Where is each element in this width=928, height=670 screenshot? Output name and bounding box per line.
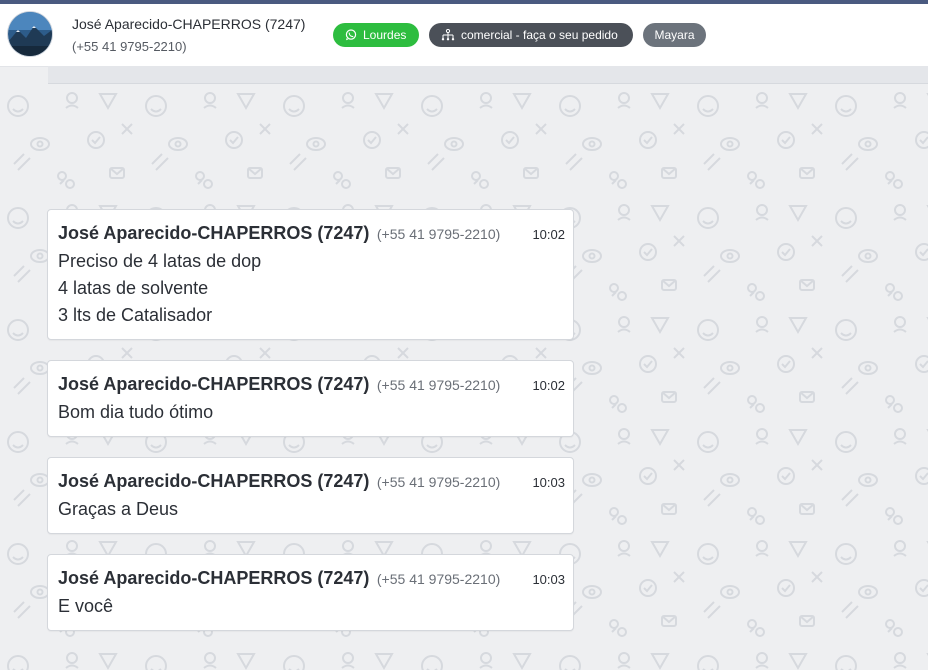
message-header: José Aparecido-CHAPERROS (7247) (+55 41 …	[58, 471, 565, 493]
channel-tag[interactable]: Lourdes	[333, 23, 419, 47]
message-text-line: Graças a Deus	[58, 499, 179, 519]
message-text-line: 3 lts de Catalisador	[58, 305, 213, 325]
message-time: 10:02	[532, 378, 565, 393]
contact-name: José Aparecido-CHAPERROS (7247)	[72, 16, 306, 32]
message-header: José Aparecido-CHAPERROS (7247) (+55 41 …	[58, 374, 565, 396]
message-body: E você	[58, 593, 113, 620]
chat-subheader-bar	[48, 66, 928, 84]
channel-tag-label: Lourdes	[363, 28, 407, 42]
department-tag[interactable]: comercial - faça o seu pedido	[429, 23, 633, 47]
message-text-line: 4 latas de solvente	[58, 278, 209, 298]
agent-tag[interactable]: Mayara	[643, 23, 706, 47]
message-sender-phone: (+55 41 9795-2210)	[376, 377, 501, 393]
whatsapp-icon	[345, 29, 357, 41]
message-body: Graças a Deus	[58, 496, 178, 523]
message-header: José Aparecido-CHAPERROS (7247) (+55 41 …	[58, 568, 565, 590]
message-sender-phone: (+55 41 9795-2210)	[376, 571, 501, 587]
message-time: 10:02	[532, 227, 565, 242]
message-body: Preciso de 4 latas de dop 4 latas de sol…	[58, 248, 261, 329]
chat-header: José Aparecido-CHAPERROS (7247) (+55 41 …	[0, 4, 928, 67]
message-sender: José Aparecido-CHAPERROS (7247)	[58, 471, 370, 491]
message-bubble[interactable]: José Aparecido-CHAPERROS (7247) (+55 41 …	[47, 554, 574, 631]
message-text-line: Preciso de 4 latas de dop	[58, 251, 262, 271]
message-text-line: E você	[58, 596, 114, 616]
department-tag-label: comercial - faça o seu pedido	[461, 28, 618, 42]
message-time: 10:03	[532, 572, 565, 587]
message-sender: José Aparecido-CHAPERROS (7247)	[58, 374, 370, 394]
message-sender: José Aparecido-CHAPERROS (7247)	[58, 568, 370, 588]
message-bubble[interactable]: José Aparecido-CHAPERROS (7247) (+55 41 …	[47, 360, 574, 437]
message-header: José Aparecido-CHAPERROS (7247) (+55 41 …	[58, 223, 565, 245]
message-bubble[interactable]: José Aparecido-CHAPERROS (7247) (+55 41 …	[47, 457, 574, 534]
message-time: 10:03	[532, 475, 565, 490]
message-sender-phone: (+55 41 9795-2210)	[376, 474, 501, 490]
contact-phone: (+55 41 9795-2210)	[72, 39, 187, 54]
message-sender-phone: (+55 41 9795-2210)	[376, 226, 501, 242]
message-sender: José Aparecido-CHAPERROS (7247)	[58, 223, 370, 243]
sitemap-icon	[441, 29, 455, 41]
message-body: Bom dia tudo ótimo	[58, 399, 213, 426]
message-text-line: Bom dia tudo ótimo	[58, 402, 214, 422]
agent-tag-label: Mayara	[654, 28, 695, 42]
message-bubble[interactable]: José Aparecido-CHAPERROS (7247) (+55 41 …	[47, 209, 574, 340]
contact-avatar[interactable]	[8, 12, 52, 56]
